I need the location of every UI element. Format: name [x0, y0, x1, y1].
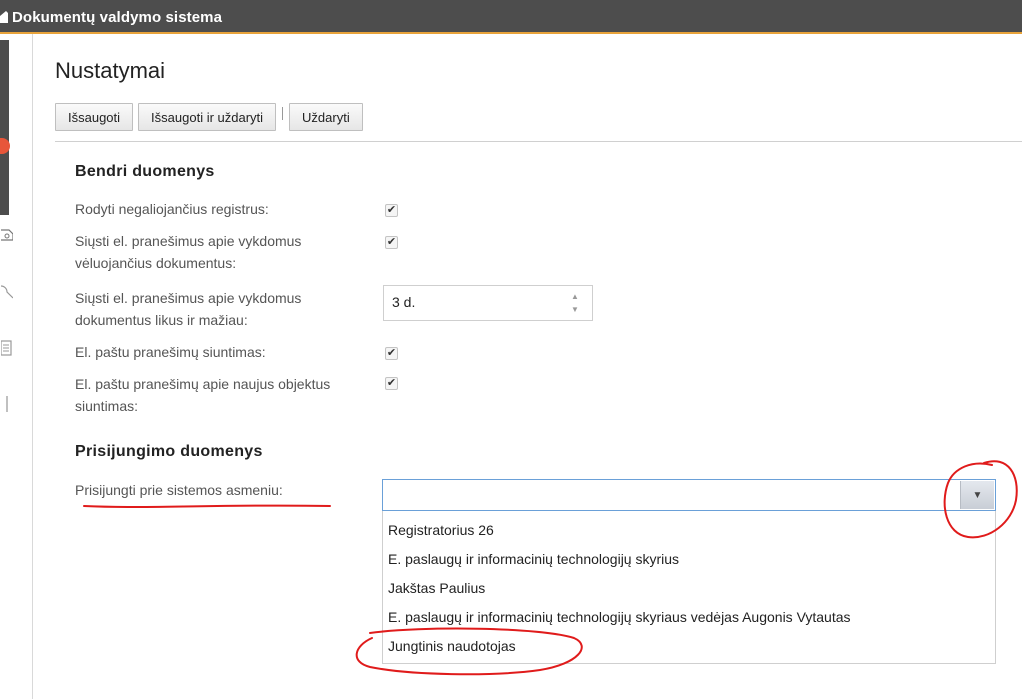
dropdown-option[interactable]: Jakštas Paulius	[383, 574, 995, 603]
search-icon[interactable]	[1, 284, 13, 300]
save-button[interactable]: Išsaugoti	[55, 103, 134, 131]
toolbar: Išsaugoti Išsaugoti ir uždaryti Uždaryti	[55, 102, 368, 132]
dropdown-option[interactable]: Jungtinis naudotojas	[383, 632, 995, 661]
dropdown-option[interactable]: E. paslaugų ir informacinių technologijų…	[383, 545, 995, 574]
annotation-underline	[83, 504, 331, 508]
email-overdue-checkbox[interactable]: ✔	[385, 236, 398, 249]
email-new-objects-checkbox[interactable]: ✔	[385, 377, 398, 390]
close-button[interactable]: Uždaryti	[289, 103, 363, 131]
document-icon[interactable]	[1, 340, 13, 356]
home-icon	[0, 11, 8, 23]
save-and-close-button[interactable]: Išsaugoti ir uždaryti	[138, 103, 277, 131]
email-remaining-label: Siųsti el. pranešimus apie vykdomus doku…	[75, 290, 302, 328]
email-overdue-label: Siųsti el. pranešimus apie vykdomus vėlu…	[75, 233, 302, 271]
connect-as-input[interactable]	[389, 486, 949, 502]
page-title: Nustatymai	[55, 58, 166, 83]
email-sending-checkbox[interactable]: ✔	[385, 347, 398, 360]
email-remaining-spinner[interactable]: ▲ ▼	[383, 285, 593, 321]
connect-as-dropdown-list: Registratorius 26 E. paslaugų ir informa…	[382, 511, 996, 664]
show-invalid-registers-label: Rodyti negaliojančius registrus:	[75, 201, 269, 217]
toolbar-separator	[282, 106, 284, 120]
connect-as-label: Prisijungti prie sistemos asmeniu:	[75, 482, 283, 498]
header-divider	[55, 141, 1022, 142]
dashboard-icon[interactable]	[1, 226, 13, 242]
email-remaining-input[interactable]	[392, 294, 542, 310]
email-sending-label: El. paštu pranešimų siuntimas:	[75, 344, 266, 360]
dropdown-option[interactable]: E. paslaugų ir informacinių technologijų…	[383, 603, 995, 632]
section-title-login: Prisijungimo duomenys	[75, 443, 263, 460]
list-icon[interactable]	[1, 396, 13, 412]
connect-as-combobox[interactable]: ▼	[382, 479, 996, 511]
sidebar-nav-strip	[0, 40, 9, 215]
spin-up-icon[interactable]: ▲	[568, 291, 582, 303]
left-sidebar	[0, 34, 33, 699]
email-new-objects-label: El. paštu pranešimų apie naujus objektus…	[75, 376, 331, 414]
dropdown-arrow-icon[interactable]: ▼	[960, 481, 994, 509]
app-title: Dokumentų valdymo sistema	[12, 9, 223, 26]
app-titlebar: Dokumentų valdymo sistema	[0, 0, 1022, 34]
spin-down-icon[interactable]: ▼	[568, 304, 582, 316]
show-invalid-registers-checkbox[interactable]: ✔	[385, 204, 398, 217]
dropdown-option[interactable]: Registratorius 26	[383, 516, 995, 545]
section-title-general: Bendri duomenys	[75, 163, 215, 180]
